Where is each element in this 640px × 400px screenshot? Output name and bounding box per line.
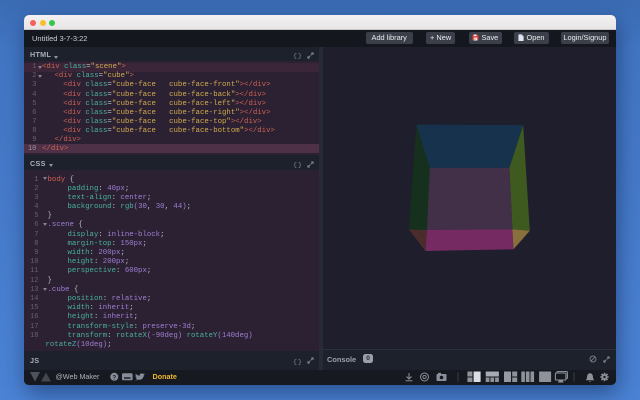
svg-text:{}: {} [293,358,303,365]
svg-text:{}: {} [293,53,303,60]
svg-text:{}: {} [293,161,303,168]
svg-text:?: ? [112,374,116,381]
